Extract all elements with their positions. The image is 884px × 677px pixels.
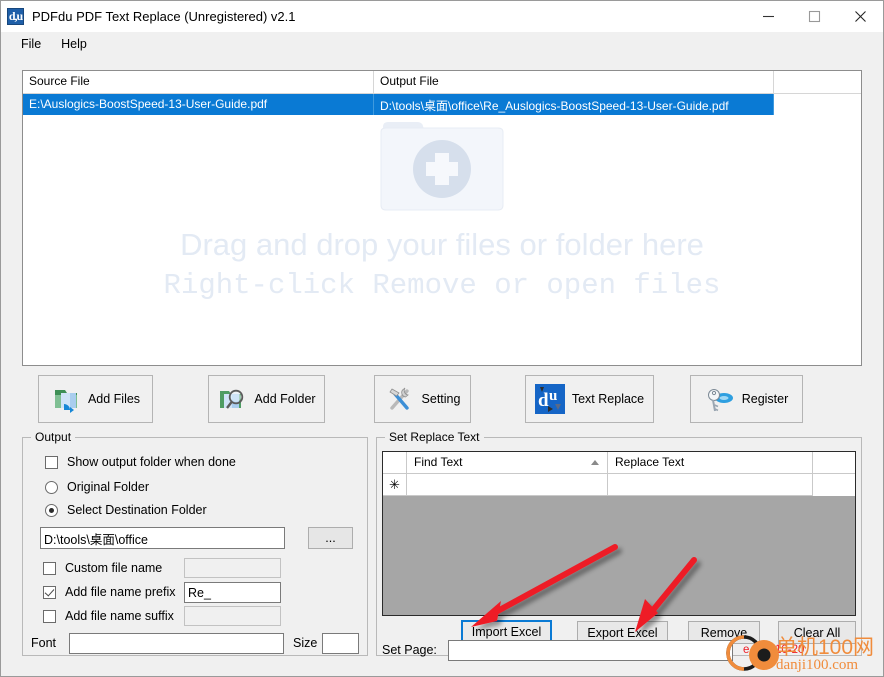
clear-all-button[interactable]: Clear All xyxy=(778,621,856,644)
cell-blank xyxy=(774,94,861,115)
file-list[interactable]: Source File Output File E:\Auslogics-Boo… xyxy=(22,70,862,366)
add-file-name-suffix-input[interactable] xyxy=(184,606,281,626)
watermark-text-en: danji100.com xyxy=(776,657,859,673)
column-header-blank[interactable] xyxy=(774,71,861,93)
custom-file-name-label: Custom file name xyxy=(65,561,163,575)
setting-tools-icon xyxy=(385,384,415,414)
application-window: d,u PDFdu PDF Text Replace (Unregistered… xyxy=(0,0,884,677)
sort-ascending-icon xyxy=(591,460,599,465)
font-label: Font xyxy=(31,636,57,650)
text-replace-app-icon: d u xyxy=(534,384,565,414)
custom-file-name-input[interactable] xyxy=(184,558,281,578)
select-destination-folder-label: Select Destination Folder xyxy=(67,503,207,517)
register-button[interactable]: Register xyxy=(690,375,803,423)
setting-label: Setting xyxy=(421,392,461,406)
column-header-output-file[interactable]: Output File xyxy=(374,71,774,93)
custom-file-name-checkbox[interactable] xyxy=(43,561,56,575)
svg-text:d: d xyxy=(538,390,549,411)
set-replace-text-title: Set Replace Text xyxy=(385,430,484,444)
add-file-name-prefix-row[interactable]: Add file name prefix xyxy=(43,585,175,599)
set-page-label: Set Page: xyxy=(382,643,437,657)
placeholder-line-1: Drag and drop your files or folder here xyxy=(180,227,704,262)
setting-button[interactable]: Setting xyxy=(374,375,471,423)
custom-file-name-row[interactable]: Custom file name xyxy=(43,561,162,575)
cell-output-file: D:\tools\桌面\office\Re_Auslogics-BoostSpe… xyxy=(374,94,774,115)
add-file-name-prefix-label: Add file name prefix xyxy=(65,585,176,599)
original-folder-row[interactable]: Original Folder xyxy=(45,480,149,494)
register-key-icon xyxy=(705,384,735,414)
add-folder-button[interactable]: Add Folder xyxy=(208,375,325,423)
output-group: Output Show output folder when done Orig… xyxy=(22,430,368,656)
add-file-name-prefix-checkbox[interactable] xyxy=(43,585,56,599)
add-folder-icon xyxy=(217,384,247,414)
grid-header-find-text-label: Find Text xyxy=(414,455,463,469)
maximize-icon[interactable] xyxy=(791,1,837,31)
grid-header-selector xyxy=(383,452,407,473)
column-header-source-file[interactable]: Source File xyxy=(23,71,374,93)
register-label: Register xyxy=(741,392,789,406)
add-files-label: Add Files xyxy=(87,392,141,406)
replace-text-grid[interactable]: Find Text Replace Text ✳ xyxy=(382,451,856,616)
select-destination-folder-row[interactable]: Select Destination Folder xyxy=(45,503,207,517)
close-icon[interactable] xyxy=(837,1,883,31)
show-output-folder-checkbox[interactable] xyxy=(45,455,58,469)
add-files-button[interactable]: Add Files xyxy=(38,375,153,423)
menu-bar: File Help xyxy=(1,32,883,56)
set-page-input[interactable] xyxy=(448,640,733,661)
text-replace-label: Text Replace xyxy=(571,392,645,406)
toolbar: Add Files Add Folder Setting d u Text Re… xyxy=(22,375,862,423)
cell-source-file: E:\Auslogics-BoostSpeed-13-User-Guide.pd… xyxy=(23,94,374,115)
table-row[interactable]: E:\Auslogics-BoostSpeed-13-User-Guide.pd… xyxy=(23,94,861,115)
destination-path-input[interactable] xyxy=(40,527,285,549)
grid-new-row[interactable]: ✳ xyxy=(383,474,855,496)
text-replace-button[interactable]: d u Text Replace xyxy=(525,375,654,423)
size-label: Size xyxy=(293,636,318,650)
font-input[interactable] xyxy=(69,633,284,654)
menu-item-help[interactable]: Help xyxy=(51,34,97,54)
placeholder-line-2: Right-click Remove or open files xyxy=(163,269,721,302)
browse-folder-button[interactable]: ... xyxy=(308,527,353,549)
add-folder-label: Add Folder xyxy=(254,392,316,406)
grid-cell-find-text[interactable] xyxy=(407,474,608,496)
grid-header-find-text[interactable]: Find Text xyxy=(407,452,608,473)
grid-header: Find Text Replace Text xyxy=(383,452,855,474)
add-file-name-suffix-row[interactable]: Add file name suffix xyxy=(43,609,174,623)
add-files-icon xyxy=(51,384,81,414)
grid-cell-replace-text[interactable] xyxy=(608,474,813,496)
drop-zone-placeholder: Drag and drop your files or folder here … xyxy=(23,99,861,365)
title-bar: d,u PDFdu PDF Text Replace (Unregistered… xyxy=(1,1,883,32)
grid-header-replace-text[interactable]: Replace Text xyxy=(608,452,813,473)
select-destination-folder-radio[interactable] xyxy=(45,503,58,517)
set-page-hint: e.g.:8,10-20 xyxy=(743,644,805,656)
show-output-folder-row[interactable]: Show output folder when done xyxy=(45,455,236,469)
minimize-icon[interactable] xyxy=(745,1,791,31)
app-icon-glyph: d,u xyxy=(8,8,23,23)
menu-item-file[interactable]: File xyxy=(11,34,51,54)
file-list-header: Source File Output File xyxy=(23,71,861,94)
set-replace-text-group: Set Replace Text Find Text Replace Text … xyxy=(376,430,862,656)
add-file-name-suffix-checkbox[interactable] xyxy=(43,609,56,623)
window-title: PDFdu PDF Text Replace (Unregistered) v2… xyxy=(32,8,296,24)
app-icon: d,u xyxy=(7,7,24,25)
show-output-folder-label: Show output folder when done xyxy=(67,455,236,469)
original-folder-label: Original Folder xyxy=(67,480,149,494)
add-file-name-suffix-label: Add file name suffix xyxy=(65,609,174,623)
new-row-marker-icon: ✳ xyxy=(383,474,407,496)
add-folder-placeholder-icon xyxy=(377,113,507,217)
add-file-name-prefix-input[interactable] xyxy=(184,582,281,603)
size-input[interactable] xyxy=(322,633,359,654)
window-controls xyxy=(745,1,883,31)
svg-text:u: u xyxy=(549,388,557,404)
output-group-title: Output xyxy=(31,430,76,444)
original-folder-radio[interactable] xyxy=(45,480,58,494)
